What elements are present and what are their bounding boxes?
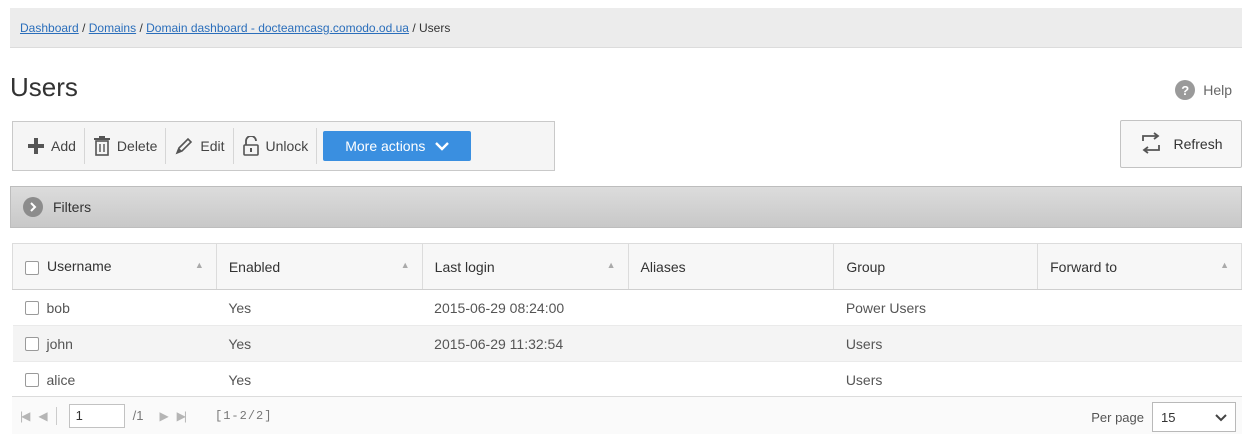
add-label: Add (51, 138, 76, 154)
plus-icon (27, 137, 45, 155)
first-page-icon[interactable]: |◀ (20, 409, 30, 423)
total-pages: /1 (132, 408, 144, 423)
cell-aliases (628, 361, 834, 398)
breadcrumb-current: Users (419, 21, 451, 35)
column-enabled[interactable]: Enabled ▲ (215, 243, 423, 290)
column-forward-to[interactable]: Forward to ▲ (1037, 243, 1242, 290)
row-checkbox[interactable] (24, 336, 39, 351)
breadcrumb-separator: / (412, 21, 416, 35)
delete-label: Delete (116, 138, 158, 154)
prev-page-icon[interactable]: ◀ (38, 409, 47, 423)
unlock-button[interactable]: Unlock (234, 128, 318, 164)
cell-username: alice (46, 371, 76, 388)
column-group: Group (833, 243, 1039, 290)
cell-group: Users (833, 325, 1038, 362)
pager-divider (55, 406, 57, 425)
cell-enabled: Yes (216, 361, 423, 398)
column-label: Username (47, 258, 112, 275)
cell-username: bob (46, 299, 70, 316)
cell-forward-to (1037, 325, 1242, 362)
table-header-row: Username ▲ Enabled ▲ Last login ▲ Aliase… (12, 243, 1242, 290)
question-icon: ? (1175, 80, 1196, 100)
chevron-right-icon (23, 197, 43, 217)
sort-icon: ▲ (194, 260, 204, 270)
cell-group: Users (833, 361, 1038, 398)
cell-enabled: Yes (216, 325, 423, 362)
chevron-down-icon (435, 138, 450, 154)
refresh-icon (1139, 131, 1163, 157)
cell-last-login (422, 361, 628, 398)
breadcrumb: Dashboard / Domains / Domain dashboard -… (10, 8, 1242, 48)
breadcrumb-separator: / (82, 21, 86, 35)
users-table: Username ▲ Enabled ▲ Last login ▲ Aliase… (12, 243, 1242, 398)
column-username[interactable]: Username ▲ (12, 243, 217, 290)
column-label: Group (846, 258, 886, 275)
table-row[interactable]: alice Yes Users (12, 361, 1242, 398)
filters-label: Filters (53, 199, 92, 215)
column-label: Aliases (640, 258, 686, 275)
edit-button[interactable]: Edit (166, 128, 234, 164)
table-row[interactable]: john Yes 2015-06-29 11:32:54 Users (12, 325, 1242, 362)
cell-last-login: 2015-06-29 11:32:54 (422, 325, 628, 362)
cell-forward-to (1037, 361, 1242, 398)
sort-icon: ▲ (1220, 260, 1229, 270)
column-label: Enabled (228, 258, 281, 275)
next-page-icon[interactable]: ▶ (159, 409, 168, 423)
sort-icon: ▲ (400, 260, 410, 270)
edit-label: Edit (200, 138, 225, 154)
more-actions-button[interactable]: More actions (323, 131, 472, 161)
help-label: Help (1203, 82, 1232, 98)
column-label: Last login (434, 258, 495, 275)
cell-aliases (628, 325, 834, 362)
toolbar: Add Delete Edit Unlock More actions (12, 121, 555, 171)
filters-toggle[interactable]: Filters (10, 186, 1242, 228)
cell-last-login: 2015-06-29 08:24:00 (422, 289, 628, 326)
unlock-label: Unlock (265, 138, 309, 154)
breadcrumb-dashboard[interactable]: Dashboard (20, 21, 79, 35)
page-number-input[interactable] (68, 403, 125, 428)
pencil-icon (174, 136, 194, 156)
table-row[interactable]: bob Yes 2015-06-29 08:24:00 Power Users (12, 289, 1242, 326)
breadcrumb-domains[interactable]: Domains (89, 21, 136, 35)
row-checkbox[interactable] (24, 300, 39, 315)
refresh-label: Refresh (1173, 136, 1223, 152)
breadcrumb-separator: / (139, 21, 143, 35)
column-last-login[interactable]: Last login ▲ (421, 243, 629, 290)
refresh-button[interactable]: Refresh (1120, 120, 1242, 168)
delete-button[interactable]: Delete (85, 128, 167, 164)
page-title: Users (10, 72, 78, 102)
last-page-icon[interactable]: ▶| (177, 409, 187, 423)
cell-username: john (46, 335, 73, 352)
per-page-value: 15 (1161, 409, 1176, 425)
cell-enabled: Yes (216, 289, 423, 326)
unlock-icon (242, 136, 260, 156)
column-aliases: Aliases (627, 243, 835, 290)
cell-forward-to (1037, 289, 1242, 326)
cell-group: Power Users (833, 289, 1038, 326)
more-actions-label: More actions (345, 138, 426, 154)
chevron-down-icon (1215, 410, 1227, 425)
select-all-checkbox[interactable] (25, 260, 39, 275)
record-range: [1-2/2] (215, 408, 273, 423)
help-link[interactable]: ? Help (1175, 80, 1232, 100)
cell-aliases (628, 289, 834, 326)
per-page-control: Per page 15 (1091, 402, 1236, 432)
add-button[interactable]: Add (19, 128, 85, 164)
trash-icon (93, 136, 111, 156)
sort-icon: ▲ (606, 260, 616, 270)
row-checkbox[interactable] (24, 372, 39, 387)
column-label: Forward to (1050, 258, 1118, 275)
per-page-label: Per page (1091, 409, 1144, 425)
breadcrumb-domain-dashboard[interactable]: Domain dashboard - docteamcasg.comodo.od… (146, 21, 409, 35)
pagination-bar: |◀ ◀ /1 ▶ ▶| [1-2/2] Per page 15 (12, 396, 1242, 434)
per-page-select[interactable]: 15 (1152, 402, 1236, 432)
